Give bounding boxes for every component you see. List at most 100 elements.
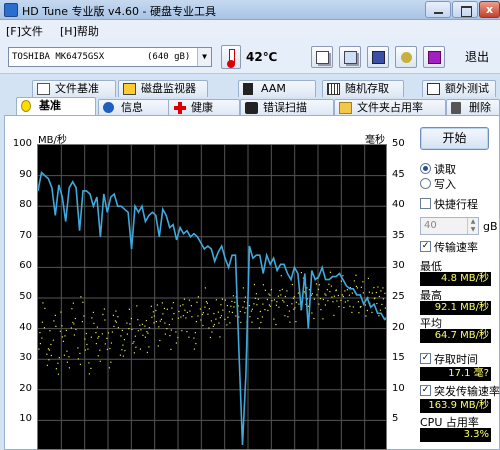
read-radio[interactable] [420, 163, 431, 174]
access-time-point [220, 304, 222, 306]
access-time-point [84, 338, 86, 340]
window-title: HD Tune 专业版 v4.60 - 硬盘专业工具 [22, 5, 216, 18]
close-button[interactable]: x [479, 1, 500, 18]
access-time-point [186, 311, 188, 313]
access-time-point [148, 327, 150, 329]
thermometer-icon [221, 45, 241, 69]
write-radio[interactable] [420, 178, 431, 189]
access-time-point [170, 329, 172, 331]
access-time-point [260, 321, 262, 324]
tab-file-benchmark[interactable]: 文件基准 [32, 80, 116, 97]
access-time-point [120, 335, 122, 337]
access-time-point [61, 325, 63, 327]
access-time-point [234, 301, 236, 303]
minimize-button[interactable] [425, 1, 451, 18]
tab-error-scan[interactable]: 错误扫描 [240, 99, 334, 116]
access-time-point [242, 287, 244, 289]
access-time-point [181, 330, 183, 332]
access-time-point [172, 302, 174, 304]
access-time-point [145, 320, 147, 322]
access-time-point [262, 303, 264, 305]
download-button[interactable] [423, 46, 445, 68]
transfer-rate-checkbox[interactable]: ✓ [420, 241, 431, 252]
access-time-point [366, 309, 368, 312]
right-axis-tick: 50 [392, 138, 405, 149]
tab-random-access[interactable]: 随机存取 [322, 80, 404, 97]
access-time-point [360, 286, 362, 288]
access-time-point [179, 305, 181, 307]
access-time-point [273, 299, 275, 301]
tab-aam[interactable]: AAM [238, 80, 316, 97]
tab-disk-monitor[interactable]: 磁盘监视器 [118, 80, 208, 97]
access-time-point [175, 331, 177, 333]
access-time-point [381, 303, 383, 305]
access-time-point [205, 301, 207, 303]
tab-erase[interactable]: 删除 [446, 99, 500, 116]
access-time-checkbox[interactable]: ✓ [420, 353, 431, 364]
access-time-point [99, 360, 101, 362]
access-time-point [104, 343, 106, 345]
chevron-down-icon[interactable]: ▼ [197, 48, 211, 66]
access-time-point [65, 329, 67, 331]
access-time-point [91, 317, 93, 319]
access-time-point [344, 290, 346, 292]
left-axis-tick: 20 [19, 382, 32, 394]
tab-health[interactable]: 健康 [168, 99, 240, 116]
access-time-point [375, 291, 377, 294]
access-time-point [98, 335, 100, 338]
screenshot-icon [344, 51, 357, 64]
tab-info[interactable]: 信息 [98, 99, 170, 116]
access-time-point [242, 306, 244, 308]
burst-rate-checkbox[interactable]: ✓ [420, 385, 431, 396]
left-axis-tick: 100 [12, 138, 32, 149]
access-time-point [128, 308, 130, 310]
access-time-point [88, 373, 90, 375]
access-time-point [270, 289, 272, 291]
tab-benchmark[interactable]: 基准 [16, 97, 96, 116]
tab-label: 随机存取 [345, 82, 389, 95]
maximize-button[interactable] [452, 1, 478, 18]
access-time-point [182, 315, 184, 317]
exit-button[interactable]: 退出 [458, 46, 496, 68]
access-time-point [292, 297, 294, 299]
copy-text-button[interactable] [311, 46, 333, 68]
access-time-point [250, 310, 252, 312]
menu-help[interactable]: [H]帮助 [60, 23, 99, 39]
access-time-point [202, 324, 204, 327]
access-time-point [71, 308, 73, 310]
access-time-point [207, 313, 209, 315]
access-time-point [259, 310, 261, 313]
access-time-point [226, 305, 228, 307]
tab-extra-tests[interactable]: 额外测试 [422, 80, 496, 97]
start-button[interactable]: 开始 [420, 127, 489, 150]
tab-label: AAM [261, 82, 286, 95]
quick-stroke-size-input[interactable]: 40 ▲ ▼ [420, 217, 479, 235]
spinner-arrows-icon[interactable]: ▲ ▼ [467, 218, 478, 234]
access-time-point [357, 301, 359, 303]
access-time-point [115, 321, 117, 323]
access-time-point [280, 275, 282, 277]
quick-stroke-checkbox[interactable] [420, 198, 431, 209]
copy-screenshot-button[interactable] [339, 46, 361, 68]
save-button[interactable] [367, 46, 389, 68]
tab-folder-usage[interactable]: 文件夹占用率 [334, 99, 446, 116]
menu-file[interactable]: [F]文件 [6, 23, 43, 39]
access-time-point [188, 336, 190, 338]
access-time-point [204, 287, 206, 289]
access-time-point [39, 343, 41, 345]
access-time-point [43, 327, 45, 329]
drive-select[interactable]: TOSHIBA MK6475GSX (640 gB) ▼ [8, 47, 212, 67]
right-axis-tick: 5 [392, 413, 399, 425]
access-time-point [202, 312, 204, 314]
right-axis-tick: 15 [392, 352, 405, 364]
access-time-point [137, 319, 139, 321]
access-time-point [117, 327, 119, 329]
access-time-point [47, 348, 49, 350]
access-time-point [41, 337, 43, 339]
access-time-point [85, 332, 87, 335]
options-button[interactable] [395, 46, 417, 68]
access-time-point [217, 311, 219, 313]
access-time-point [295, 321, 297, 323]
access-time-point [342, 275, 344, 277]
right-axis-tick: 20 [392, 321, 405, 333]
